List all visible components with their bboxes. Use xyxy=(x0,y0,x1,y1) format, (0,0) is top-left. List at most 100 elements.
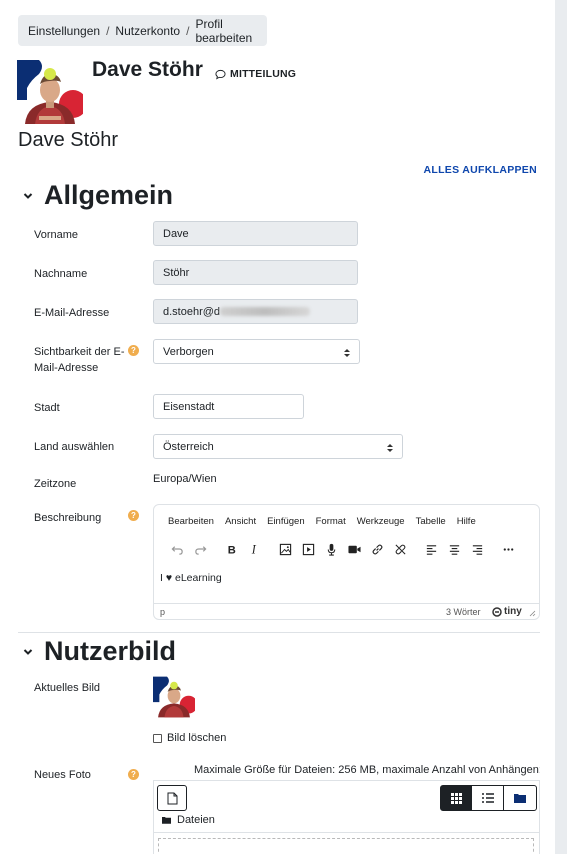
folder-label: Dateien xyxy=(177,814,215,826)
drop-zone[interactable] xyxy=(158,838,534,854)
country-label: Land auswählen xyxy=(34,441,115,453)
svg-text:I: I xyxy=(251,543,257,556)
delete-picture-option[interactable]: Bild löschen xyxy=(153,732,226,744)
breadcrumb-separator: / xyxy=(186,23,190,38)
editor-menubar: Bearbeiten Ansicht Einfügen Format Werkz… xyxy=(168,516,476,527)
breadcrumb-separator: / xyxy=(106,23,110,38)
timezone-value: Europa/Wien xyxy=(153,473,217,485)
view-list-button[interactable] xyxy=(471,785,504,811)
undo-button[interactable] xyxy=(166,540,189,558)
video-camera-icon xyxy=(348,545,361,553)
media-button[interactable] xyxy=(297,540,320,558)
section-picture-header[interactable]: Nutzerbild xyxy=(22,636,176,667)
italic-button[interactable]: I xyxy=(243,540,266,558)
redo-icon xyxy=(195,545,207,555)
menu-table[interactable]: Tabelle xyxy=(416,516,446,527)
lastname-label: Nachname xyxy=(34,268,88,280)
folder-path[interactable]: Dateien xyxy=(162,814,215,826)
menu-view[interactable]: Ansicht xyxy=(225,516,256,527)
link-button[interactable] xyxy=(366,540,389,558)
microphone-icon xyxy=(327,543,336,556)
unlink-button[interactable] xyxy=(389,540,412,558)
section-general-title: Allgemein xyxy=(44,180,174,210)
message-label: MITTEILUNG xyxy=(230,68,297,80)
rich-text-editor[interactable]: Bearbeiten Ansicht Einfügen Format Werkz… xyxy=(153,504,540,620)
breadcrumb-settings[interactable]: Einstellungen xyxy=(28,24,100,38)
bold-button[interactable]: B xyxy=(220,540,243,558)
chevron-down-icon xyxy=(23,192,33,199)
expand-all-link[interactable]: ALLES AUFKLAPPEN xyxy=(424,164,538,176)
help-icon[interactable]: ? xyxy=(128,510,139,521)
svg-text:B: B xyxy=(228,544,236,555)
menu-edit[interactable]: Bearbeiten xyxy=(168,516,214,527)
align-right-icon xyxy=(472,544,483,555)
chat-icon xyxy=(215,69,226,80)
editor-toolbar: B I xyxy=(166,540,520,558)
view-icons-button[interactable] xyxy=(440,785,472,811)
new-picture-label: Neues Foto xyxy=(34,769,91,781)
profile-name: Dave Stöhr xyxy=(92,58,203,81)
heart-icon: ♥ xyxy=(165,572,173,584)
more-icon xyxy=(503,547,514,551)
editor-text-i: I xyxy=(160,572,163,584)
delete-picture-checkbox[interactable] xyxy=(153,733,162,743)
tiny-logo[interactable]: tiny xyxy=(492,606,522,617)
file-icon xyxy=(167,792,177,804)
delete-picture-label: Bild löschen xyxy=(167,732,227,744)
section-picture-title: Nutzerbild xyxy=(44,636,176,666)
redacted-text xyxy=(220,307,311,316)
scrollbar[interactable] xyxy=(555,0,567,854)
word-count[interactable]: 3 Wörter xyxy=(446,607,481,617)
tiny-brand: tiny xyxy=(504,606,522,617)
folder-icon xyxy=(162,817,171,824)
undo-icon xyxy=(171,545,183,555)
help-icon[interactable]: ? xyxy=(128,345,139,356)
editor-path[interactable]: p xyxy=(160,607,165,617)
view-tree-button[interactable] xyxy=(503,785,537,811)
align-left-icon xyxy=(426,544,437,555)
list-icon xyxy=(481,793,494,803)
firstname-field: Dave xyxy=(153,221,358,246)
resize-handle-icon[interactable] xyxy=(529,610,536,617)
align-center-icon xyxy=(449,544,460,555)
menu-format[interactable]: Format xyxy=(316,516,346,527)
section-general-header[interactable]: Allgemein xyxy=(22,180,173,211)
current-picture xyxy=(153,676,195,718)
menu-help[interactable]: Hilfe xyxy=(457,516,476,527)
breadcrumb-account[interactable]: Nutzerkonto xyxy=(115,24,180,38)
city-input[interactable]: Eisenstadt xyxy=(153,394,304,419)
email-label: E-Mail-Adresse xyxy=(34,307,110,319)
align-left-button[interactable] xyxy=(420,540,443,558)
message-button[interactable]: MITTEILUNG xyxy=(215,68,296,80)
image-button[interactable] xyxy=(274,540,297,558)
grid-icon xyxy=(450,792,462,804)
firstname-label: Vorname xyxy=(34,229,79,241)
menu-insert[interactable]: Einfügen xyxy=(267,516,305,527)
align-center-button[interactable] xyxy=(443,540,466,558)
link-icon xyxy=(372,544,383,554)
page-title: Dave Stöhr xyxy=(18,129,119,151)
add-file-button[interactable] xyxy=(157,785,187,811)
country-select[interactable]: Österreich xyxy=(153,434,403,459)
editor-text: eLearning xyxy=(175,572,222,584)
more-button[interactable] xyxy=(497,540,520,558)
editor-content[interactable]: I ♥ eLearning xyxy=(160,572,222,584)
editor-statusbar: p 3 Wörter tiny xyxy=(154,603,539,620)
breadcrumb: Einstellungen / Nutzerkonto / Profil bea… xyxy=(18,15,267,46)
breadcrumb-current: Profil bearbeiten xyxy=(195,16,253,45)
tiny-icon xyxy=(492,606,502,617)
redo-button[interactable] xyxy=(189,540,212,558)
email-value: d.stoehr@d xyxy=(163,305,221,318)
city-label: Stadt xyxy=(34,402,60,414)
align-right-button[interactable] xyxy=(466,540,489,558)
email-field: d.stoehr@d xyxy=(153,299,358,324)
help-icon[interactable]: ? xyxy=(128,769,139,780)
folder-icon xyxy=(514,794,526,803)
italic-icon: I xyxy=(251,543,257,556)
file-limits-text: Maximale Größe für Dateien: 256 MB, maxi… xyxy=(194,764,540,776)
email-visibility-select[interactable]: Verborgen xyxy=(153,339,360,364)
description-label: Beschreibung xyxy=(34,512,102,524)
record-audio-button[interactable] xyxy=(320,540,343,558)
menu-tools[interactable]: Werkzeuge xyxy=(357,516,405,527)
record-video-button[interactable] xyxy=(343,540,366,558)
